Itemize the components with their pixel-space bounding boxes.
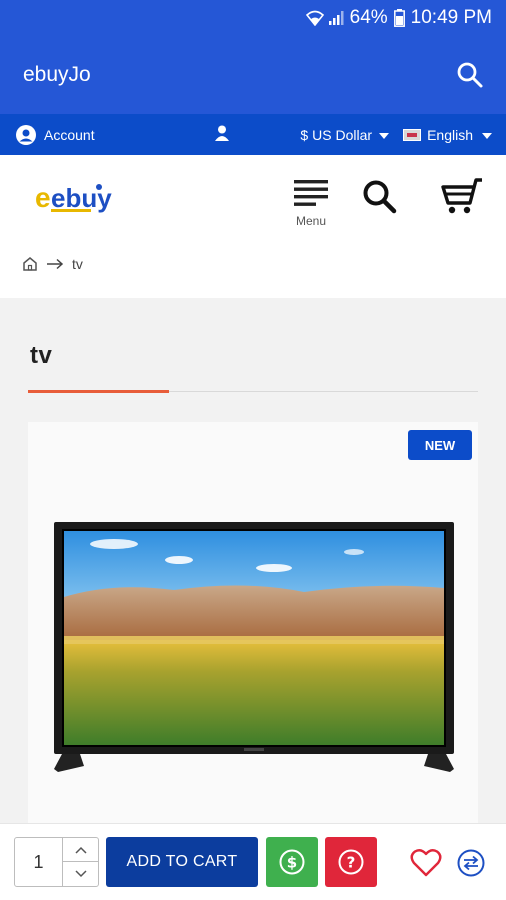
currency-symbol: $ [300, 126, 309, 143]
svg-text:$: $ [287, 854, 297, 872]
account-circle-icon [16, 124, 36, 145]
quantity-input[interactable]: 1 [15, 838, 63, 886]
page-title: tv [30, 342, 53, 369]
price-offer-button[interactable]: $ [266, 837, 318, 887]
product-card[interactable]: NEW [28, 422, 478, 842]
user-icon [214, 125, 229, 141]
menu-label: Menu [295, 214, 327, 228]
site-header: e ebuy Menu tv [0, 155, 506, 298]
svg-text:?: ? [347, 854, 356, 872]
chevron-up-icon [74, 846, 87, 854]
user-button[interactable] [214, 125, 229, 144]
dollar-circle-icon: $ [279, 849, 305, 875]
tv-image[interactable] [54, 522, 454, 774]
breadcrumb: tv [22, 256, 83, 272]
app-bar: ebuyJo [0, 36, 506, 114]
search-icon [363, 180, 397, 214]
quantity-stepper[interactable]: 1 [14, 837, 99, 887]
language-selector[interactable]: English [403, 127, 492, 143]
cart-button[interactable] [438, 177, 486, 217]
account-label: Account [44, 126, 95, 143]
add-to-cart-button[interactable]: ADD TO CART [106, 837, 258, 887]
app-search-button[interactable] [452, 57, 488, 93]
arrow-right-icon [47, 258, 64, 270]
question-circle-icon: ? [338, 849, 364, 875]
compare-icon [457, 849, 485, 877]
title-accent-line [28, 390, 169, 393]
chevron-down-icon [482, 132, 492, 139]
battery-icon [393, 9, 405, 27]
flag-icon [403, 128, 422, 141]
chevron-down-icon [379, 132, 390, 139]
heart-icon [410, 849, 442, 877]
home-icon[interactable] [22, 256, 38, 272]
title-divider [28, 390, 478, 393]
status-bar: 64% 10:49 PM [0, 0, 506, 36]
clock: 10:49 PM [410, 7, 492, 28]
category-content: tv NEW [0, 298, 506, 900]
action-bar: 1 ADD TO CART $ ? [0, 823, 506, 900]
quantity-increase-button[interactable] [63, 838, 98, 862]
status-icons [305, 10, 344, 26]
svg-text:ebuy: ebuy [51, 183, 112, 213]
quantity-decrease-button[interactable] [63, 862, 98, 886]
hamburger-icon [294, 180, 328, 206]
breadcrumb-current[interactable]: tv [72, 256, 83, 272]
battery-percent: 64% [349, 7, 388, 28]
new-badge: NEW [408, 430, 472, 460]
currency-label: US Dollar [312, 126, 373, 143]
wifi-icon [305, 10, 324, 26]
menu-button[interactable]: Menu [290, 180, 332, 228]
account-link[interactable]: Account [16, 124, 95, 145]
ask-question-button[interactable]: ? [325, 837, 377, 887]
header-search-button[interactable] [362, 179, 398, 215]
search-icon [457, 62, 483, 88]
app-title: ebuyJo [23, 63, 91, 86]
ebuy-logo[interactable]: e ebuy [33, 179, 115, 217]
cart-icon [441, 178, 482, 214]
compare-button[interactable] [456, 848, 486, 878]
currency-selector[interactable]: $ US Dollar [300, 126, 390, 143]
wishlist-button[interactable] [410, 848, 442, 878]
language-label: English [427, 126, 473, 143]
top-nav: Account $ US Dollar English [0, 114, 506, 155]
chevron-down-icon [74, 870, 87, 878]
svg-text:e: e [35, 182, 51, 213]
signal-icon [328, 11, 344, 25]
